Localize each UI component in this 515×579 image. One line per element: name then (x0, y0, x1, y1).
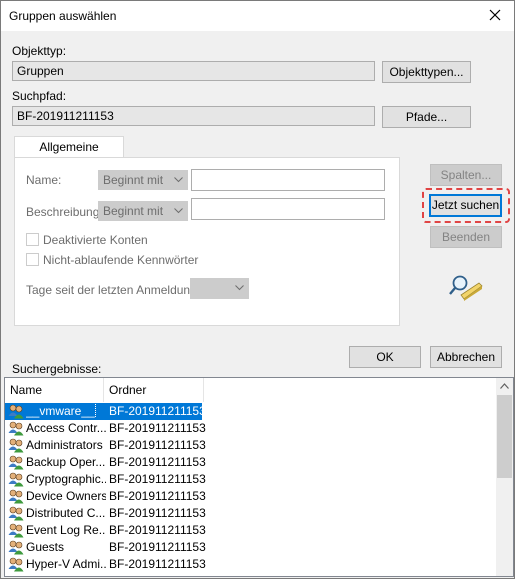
group-icon (8, 540, 24, 555)
row-folder: BF-201911211153 (109, 421, 206, 435)
row-name: Backup Oper... (26, 455, 106, 469)
table-row[interactable]: Administrators BF-201911211153 (5, 437, 206, 454)
close-icon[interactable] (486, 6, 504, 24)
object-type-field: Gruppen (12, 61, 375, 81)
vertical-scrollbar[interactable] (496, 378, 513, 576)
group-icon (8, 438, 24, 453)
row-folder: BF-201911211153 (109, 523, 206, 537)
dialog-window: Gruppen auswählen Objekttyp: Gruppen Obj… (0, 0, 515, 579)
description-mode-value: Beginnt mit (103, 204, 164, 218)
group-icon (8, 404, 24, 419)
name-mode-value: Beginnt mit (103, 173, 164, 187)
row-name: Event Log Re... (26, 523, 106, 537)
name-label: Name: (26, 173, 62, 187)
columns-button[interactable]: Spalten... (430, 164, 502, 186)
search-path-field: BF-201911211153 (12, 106, 375, 126)
row-folder: BF-201911211153 (109, 557, 206, 571)
table-row[interactable]: Cryptographic... BF-201911211153 (5, 471, 206, 488)
row-name: Device Owners (26, 489, 106, 503)
title-bar: Gruppen auswählen (1, 1, 514, 31)
chevron-down-icon (235, 285, 244, 291)
tab-general-queries[interactable]: Allgemeine Abfragen (14, 136, 124, 174)
table-row[interactable]: Backup Oper... BF-201911211153 (5, 454, 206, 471)
disabled-accounts-label: Deaktivierte Konten (43, 233, 148, 247)
group-icon (8, 489, 24, 504)
description-input[interactable] (191, 198, 385, 220)
row-folder: BF-201911211153 (109, 540, 206, 554)
non-expiring-passwords-checkbox[interactable] (26, 253, 39, 266)
group-icon (8, 523, 24, 538)
group-icon (8, 557, 24, 572)
name-mode-select[interactable]: Beginnt mit (98, 170, 188, 190)
column-header-folder[interactable]: Ordner (104, 378, 204, 402)
table-row[interactable]: Hyper-V Admi... BF-201911211153 (5, 556, 206, 573)
chevron-down-icon (174, 177, 183, 183)
row-name: Guests (26, 540, 65, 554)
search-path-label: Suchpfad: (12, 89, 67, 103)
row-name: Access Contr... (26, 421, 106, 435)
results-label: Suchergebnisse: (12, 362, 102, 376)
window-title: Gruppen auswählen (9, 9, 117, 23)
group-icon (8, 472, 24, 487)
row-name: Distributed C... (26, 506, 106, 520)
table-row[interactable]: Access Contr... BF-201911211153 (5, 420, 206, 437)
group-icon (8, 421, 24, 436)
row-folder: BF-201911211153 (109, 455, 206, 469)
row-name: Hyper-V Admi... (26, 557, 106, 571)
ok-button[interactable]: OK (349, 346, 421, 368)
row-name: Administrators (26, 438, 103, 452)
row-name: Cryptographic... (26, 472, 106, 486)
table-row[interactable]: Distributed C... BF-201911211153 (5, 505, 206, 522)
paths-button[interactable]: Pfade... (382, 106, 471, 128)
days-since-login-select[interactable] (190, 278, 249, 299)
stop-button[interactable]: Beenden (430, 226, 502, 248)
object-types-button[interactable]: Objekttypen... (382, 61, 471, 83)
name-input[interactable] (191, 169, 385, 191)
search-icon (449, 275, 483, 301)
row-folder: BF-201911211153 (109, 404, 206, 418)
results-list[interactable]: Name Ordner __vmware__ BF-201911211153 Acc… (4, 377, 514, 577)
chevron-down-icon (174, 208, 183, 214)
row-name: __vmware__ (26, 404, 96, 418)
query-panel: Name: Beginnt mit Beschreibung: Beginnt … (14, 157, 400, 326)
non-expiring-passwords-label: Nicht-ablaufende Kennwörter (43, 253, 199, 267)
scroll-thumb[interactable] (497, 395, 512, 478)
disabled-accounts-checkbox[interactable] (26, 233, 39, 246)
cancel-button[interactable]: Abbrechen (430, 346, 502, 368)
table-row[interactable]: Event Log Re... BF-201911211153 (5, 522, 206, 539)
group-icon (8, 455, 24, 470)
scroll-up-icon[interactable] (500, 383, 509, 389)
row-folder: BF-201911211153 (109, 506, 206, 520)
object-type-label: Objekttyp: (12, 44, 67, 58)
description-mode-select[interactable]: Beginnt mit (98, 201, 188, 221)
table-row[interactable]: Device Owners BF-201911211153 (5, 488, 206, 505)
row-folder: BF-201911211153 (109, 438, 206, 452)
days-since-login-label: Tage seit der letzten Anmeldung: (26, 283, 201, 297)
search-now-button[interactable]: Jetzt suchen (429, 194, 502, 217)
table-row[interactable]: Guests BF-201911211153 (5, 539, 206, 556)
row-folder: BF-201911211153 (109, 489, 206, 503)
group-icon (8, 506, 24, 521)
description-label: Beschreibung: (26, 205, 103, 219)
column-header-name[interactable]: Name (5, 378, 104, 402)
table-row[interactable]: __vmware__ BF-201911211153 (5, 403, 206, 420)
row-folder: BF-201911211153 (109, 472, 206, 486)
